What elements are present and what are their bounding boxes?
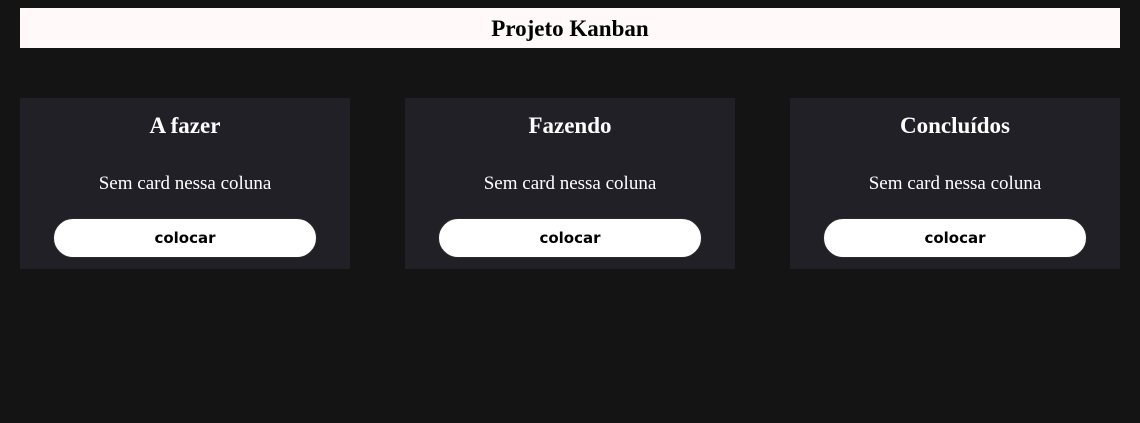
column-title: Concluídos [900,113,1010,138]
page-header: Projeto Kanban [20,8,1120,48]
add-card-button[interactable]: colocar [438,218,702,258]
column-title: Fazendo [528,113,612,138]
column-empty-message: Sem card nessa coluna [98,173,272,194]
column-empty-message: Sem card nessa coluna [868,173,1042,194]
kanban-column-a-fazer: A fazer Sem card nessa coluna colocar [20,98,350,269]
page-title: Projeto Kanban [491,15,649,41]
column-empty-message: Sem card nessa coluna [483,173,657,194]
kanban-column-fazendo: Fazendo Sem card nessa coluna colocar [405,98,735,269]
add-card-button[interactable]: colocar [823,218,1087,258]
column-title: A fazer [149,113,221,138]
add-card-button[interactable]: colocar [53,218,317,258]
kanban-column-concluidos: Concluídos Sem card nessa coluna colocar [790,98,1120,269]
